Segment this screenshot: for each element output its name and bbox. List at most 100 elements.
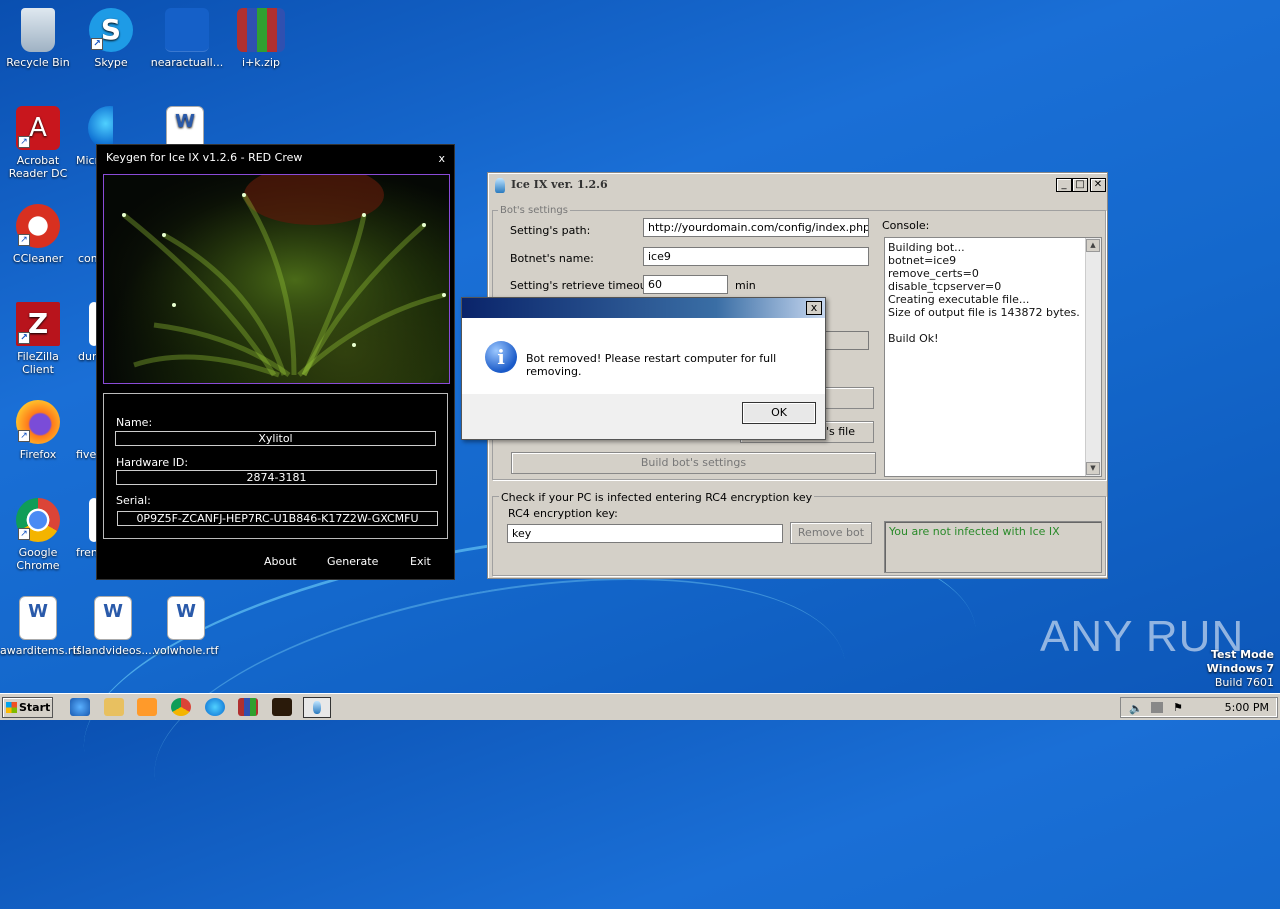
test-mode-line: Test Mode xyxy=(1211,648,1274,661)
taskbar: Start 🔈 ⚑ 5:00 PM xyxy=(0,693,1280,720)
skype-icon: S ↗ xyxy=(89,8,133,52)
console-scrollbar[interactable]: ▲ ▼ xyxy=(1085,238,1101,476)
console-label: Console: xyxy=(882,219,930,232)
explorer-icon[interactable] xyxy=(104,698,124,716)
console-lines: Building bot... botnet=ice9 remove_certs=0… xyxy=(888,241,1080,345)
desktop-icon-acrobat[interactable]: A ↗ Acrobat Reader DC xyxy=(0,106,76,180)
hardware-id-label: Hardware ID: xyxy=(116,456,189,469)
system-tray: 🔈 ⚑ 5:00 PM xyxy=(1120,697,1278,718)
network-icon[interactable] xyxy=(1151,702,1163,713)
generate-button[interactable]: Generate xyxy=(327,555,378,568)
volume-icon[interactable]: 🔈 xyxy=(1129,702,1143,715)
desktop-icon-label: Firefox xyxy=(19,448,57,461)
desktop-icon-ccleaner[interactable]: ↗ CCleaner xyxy=(0,204,76,265)
clock[interactable]: 5:00 PM xyxy=(1225,701,1269,714)
desktop-icon-awarditems[interactable]: W awarditems.rtf xyxy=(0,596,81,657)
keygen-window: Keygen for Ice IX v1.2.6 - RED Crew x Na… xyxy=(96,144,455,580)
start-button[interactable]: Start xyxy=(2,697,53,718)
message-dialog: x i Bot removed! Please restart computer… xyxy=(461,297,826,440)
close-button[interactable]: ✕ xyxy=(1090,178,1106,192)
desktop-icon-label: awarditems.rtf xyxy=(0,644,81,657)
word-doc-icon: W xyxy=(19,596,57,640)
desktop-icon-filezilla[interactable]: Z ↗ FileZilla Client xyxy=(0,302,76,376)
desktop-icon-label: Skype xyxy=(94,56,128,69)
winrar-taskbar-icon[interactable] xyxy=(238,698,258,716)
flag-icon[interactable]: ⚑ xyxy=(1173,701,1183,714)
scroll-down-icon[interactable]: ▼ xyxy=(1086,462,1100,475)
ie-icon[interactable] xyxy=(70,698,90,716)
build-settings-button[interactable]: Build bot's settings xyxy=(511,452,876,474)
hardware-id-field[interactable]: 2874-3181 xyxy=(116,470,437,485)
desktop-icon-label: CCleaner xyxy=(12,252,64,265)
desktop-icon-volwhole[interactable]: W volwhole.rtf xyxy=(148,596,224,657)
desktop-icon-label: Acrobat Reader DC xyxy=(8,154,68,180)
infection-status-text: You are not infected with Ice IX xyxy=(889,525,1060,538)
timeout-unit-label: min xyxy=(735,279,756,292)
filezilla-icon: Z ↗ xyxy=(16,302,60,346)
keygen-title: Keygen for Ice IX v1.2.6 - RED Crew xyxy=(106,151,303,164)
name-label: Name: xyxy=(116,416,153,429)
retrieve-timeout-input[interactable]: 60 xyxy=(643,275,728,294)
desktop-icon-label: five xyxy=(76,448,97,461)
console-output: Building bot... botnet=ice9 remove_certs=0… xyxy=(884,237,1102,477)
about-button[interactable]: About xyxy=(264,555,297,568)
serial-field[interactable]: 0P9Z5F-ZCANFJ-HEP7RC-U1B846-K17Z2W-GXCMF… xyxy=(117,511,438,526)
keygen-close-button[interactable]: x xyxy=(438,152,445,165)
botnet-name-input[interactable]: ice9 xyxy=(643,247,869,266)
chrome-taskbar-icon[interactable] xyxy=(171,698,191,716)
rc4-key-input[interactable]: key xyxy=(507,524,783,543)
ok-button[interactable]: OK xyxy=(742,402,816,424)
serial-label: Serial: xyxy=(116,494,151,507)
iceix-taskbar-button[interactable] xyxy=(303,697,331,718)
settings-path-label: Setting's path: xyxy=(510,224,591,237)
desktop-icon-label: FileZilla Client xyxy=(17,350,59,376)
desktop-icon-label: islandvideos.... xyxy=(73,644,156,657)
ccleaner-icon: ↗ xyxy=(16,204,60,248)
desktop-icon-recycle-bin[interactable]: Recycle Bin xyxy=(0,8,76,69)
desktop-icon-nearactuall[interactable]: nearactuall... xyxy=(147,8,227,69)
edge-taskbar-icon[interactable] xyxy=(205,698,225,716)
media-player-icon[interactable] xyxy=(137,698,157,716)
remove-bot-button[interactable]: Remove bot xyxy=(790,522,872,544)
keygen-taskbar-icon[interactable] xyxy=(272,698,292,716)
console-line: disable_tcpserver=0 xyxy=(888,280,1002,293)
desktop-icon-ik-zip[interactable]: i+k.zip xyxy=(223,8,299,69)
file-icon xyxy=(165,8,209,52)
word-doc-icon: W xyxy=(94,596,132,640)
desktop-icon-label: i+k.zip xyxy=(242,56,280,69)
dialog-close-button[interactable]: x xyxy=(806,301,822,315)
start-label: Start xyxy=(19,701,51,714)
rc4-group-title: Check if your PC is infected entering RC… xyxy=(499,491,815,504)
desktop-icon-label: volwhole.rtf xyxy=(153,644,219,657)
name-field[interactable]: Xylitol xyxy=(115,431,436,446)
iceix-taskbar-icon xyxy=(313,701,321,714)
minimize-button[interactable]: _ xyxy=(1056,178,1072,192)
windows-logo-icon xyxy=(6,702,17,713)
iceix-titlebar: Ice IX ver. 1.2.6 _ □ ✕ xyxy=(491,176,1106,195)
chrome-icon: ↗ xyxy=(16,498,60,542)
rc4-key-label: RC4 encryption key: xyxy=(508,507,618,520)
windows-version-line: Windows 7 xyxy=(1206,662,1274,675)
desktop-icon-firefox[interactable]: ↗ Firefox xyxy=(0,400,76,461)
console-line: Build Ok! xyxy=(888,332,939,345)
maximize-button[interactable]: □ xyxy=(1072,178,1088,192)
iceix-title: Ice IX ver. 1.2.6 xyxy=(511,178,608,191)
settings-path-input[interactable]: http://yourdomain.com/config/index.php xyxy=(643,218,869,237)
desktop-icon-chrome[interactable]: ↗ Google Chrome xyxy=(0,498,76,572)
desktop-icon-label: nearactuall... xyxy=(150,56,224,69)
keygen-artwork xyxy=(103,174,450,384)
desktop-icon-islandvideos[interactable]: W islandvideos.... xyxy=(73,596,156,657)
info-icon: i xyxy=(485,341,517,373)
bot-settings-group-title: Bot's settings xyxy=(498,205,570,216)
scroll-up-icon[interactable]: ▲ xyxy=(1086,239,1100,252)
desktop-icon-skype[interactable]: S ↗ Skype xyxy=(73,8,149,69)
iceix-app-icon xyxy=(495,178,505,193)
desktop-icon-label: Recycle Bin xyxy=(6,56,70,69)
desktop-icon-label: Google Chrome xyxy=(16,546,60,572)
acrobat-icon: A ↗ xyxy=(16,106,60,150)
dialog-titlebar: x xyxy=(462,298,825,318)
exit-button[interactable]: Exit xyxy=(410,555,431,568)
recycle-bin-icon xyxy=(21,8,55,52)
hidden-button[interactable] xyxy=(818,387,874,409)
